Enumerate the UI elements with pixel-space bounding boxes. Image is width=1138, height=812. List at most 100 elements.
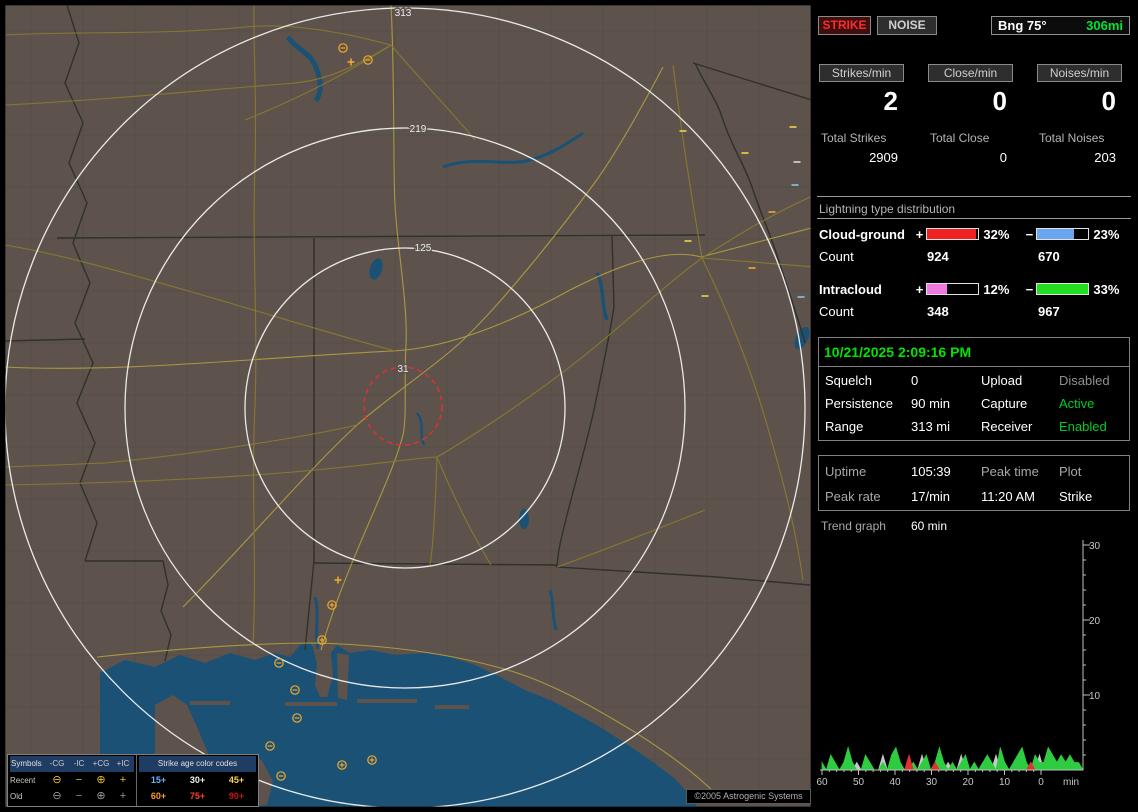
trend-series-strikes bbox=[822, 748, 1083, 771]
x-axis-unit: min bbox=[1063, 777, 1079, 788]
persistence-value: 90 min bbox=[911, 392, 981, 415]
cloud-ground-label: Cloud-ground bbox=[819, 227, 913, 242]
status-panel: 10/21/2025 2:09:16 PM Squelch 0 Upload D… bbox=[818, 337, 1130, 441]
age-90: 90+ bbox=[217, 791, 256, 801]
cg-neg-count: 670 bbox=[1038, 249, 1060, 264]
receiver-label: Receiver bbox=[981, 415, 1059, 438]
distribution-title: Lightning type distribution bbox=[819, 202, 955, 216]
plus-sign: + bbox=[913, 227, 926, 242]
copyright-notice: ©2005 Astrogenic Systems bbox=[686, 789, 811, 804]
total-strikes-label: Total Strikes bbox=[819, 131, 904, 145]
ic-neg-pct: 33% bbox=[1089, 282, 1133, 297]
datetime-display: 10/21/2025 2:09:16 PM bbox=[819, 338, 1129, 367]
recent-ic-neg-icon: − bbox=[68, 774, 90, 786]
capture-label: Capture bbox=[981, 392, 1059, 415]
divider bbox=[817, 218, 1131, 219]
x-tick-50: 50 bbox=[853, 777, 865, 788]
trend-caption: Trend graph 60 min bbox=[821, 519, 1121, 533]
x-tick-60: 60 bbox=[816, 777, 828, 788]
total-close-label: Total Close bbox=[928, 131, 1013, 145]
divider bbox=[817, 196, 1131, 197]
radar-map[interactable]: 313 219 125 31 bbox=[5, 5, 811, 807]
close-per-min-value: 0 bbox=[928, 86, 1013, 117]
range-value: 313 mi bbox=[911, 415, 981, 438]
age-15: 15+ bbox=[139, 775, 178, 785]
old-cg-pos-icon: ⊕ bbox=[90, 790, 112, 802]
total-noises-value: 203 bbox=[1037, 150, 1122, 165]
bearing-range: 306mi bbox=[1086, 18, 1123, 33]
receiver-status: Enabled bbox=[1059, 415, 1129, 438]
ring-label-31: 31 bbox=[397, 364, 409, 375]
age-30: 30+ bbox=[178, 775, 217, 785]
strikes-per-min-value: 2 bbox=[819, 86, 904, 117]
strikes-per-min-button[interactable]: Strikes/min bbox=[819, 64, 904, 82]
legend-col-ic-pos: +IC bbox=[112, 756, 134, 772]
legend-old-label: Old bbox=[10, 792, 46, 801]
minus-sign: − bbox=[1023, 227, 1036, 242]
legend-symbols-title: Symbols bbox=[10, 756, 46, 772]
count-label: Count bbox=[819, 249, 854, 264]
total-close-value: 0 bbox=[928, 150, 1013, 165]
baldwin-strip bbox=[337, 653, 349, 700]
plus-sign: + bbox=[913, 282, 926, 297]
old-ic-pos-icon: + bbox=[112, 790, 134, 802]
ring-label-219: 219 bbox=[410, 124, 427, 135]
upload-status: Disabled bbox=[1059, 369, 1129, 392]
close-per-min-button[interactable]: Close/min bbox=[928, 64, 1013, 82]
upload-label: Upload bbox=[981, 369, 1059, 392]
peak-rate-value: 17/min bbox=[911, 485, 981, 508]
strike-mode-button[interactable]: STRIKE bbox=[818, 16, 871, 35]
persistence-label: Persistence bbox=[825, 392, 911, 415]
trend-plot-area bbox=[822, 748, 1083, 771]
old-cg-neg-icon: ⊖ bbox=[46, 790, 68, 802]
recent-cg-neg-icon: ⊖ bbox=[46, 774, 68, 786]
old-ic-neg-icon: − bbox=[68, 790, 90, 802]
capture-status: Active bbox=[1059, 392, 1129, 415]
x-tick-0: 0 bbox=[1038, 777, 1044, 788]
total-noises-label: Total Noises bbox=[1037, 131, 1122, 145]
uptime-label: Uptime bbox=[825, 460, 911, 483]
barrier-island bbox=[285, 702, 337, 706]
legend-recent-label: Recent bbox=[10, 776, 46, 785]
intracloud-label: Intracloud bbox=[819, 282, 913, 297]
squelch-value: 0 bbox=[911, 369, 981, 392]
session-panel: Uptime 105:39 Peak time Plot Peak rate 1… bbox=[818, 455, 1130, 511]
trend-window-value: 60 min bbox=[911, 519, 947, 533]
map-area[interactable]: 313 219 125 31 Symbols -CG -IC +CG +IC R… bbox=[5, 5, 811, 807]
bearing-label: Bng 75° bbox=[998, 18, 1047, 33]
minus-sign: − bbox=[1023, 282, 1036, 297]
cg-pos-count: 924 bbox=[927, 249, 949, 264]
cloud-ground-row: Cloud-ground + 32% − 23% bbox=[819, 226, 1133, 242]
ic-neg-bar bbox=[1036, 283, 1089, 295]
barrier-island bbox=[357, 699, 417, 703]
x-tick-40: 40 bbox=[889, 777, 901, 788]
range-label: Range bbox=[825, 415, 911, 438]
ring-label-125: 125 bbox=[415, 243, 432, 254]
total-strikes-value: 2909 bbox=[819, 150, 904, 165]
trend-graph: 30 20 10 60 50 40 30 20 10 0 min bbox=[815, 535, 1133, 805]
bearing-panel: Bng 75° 306mi bbox=[991, 16, 1130, 35]
count-label: Count bbox=[819, 304, 854, 319]
barrier-island bbox=[435, 705, 469, 709]
barrier-island bbox=[190, 701, 230, 705]
cg-pos-bar bbox=[926, 228, 979, 240]
trend-labels: 30 20 10 60 50 40 30 20 10 0 min bbox=[816, 541, 1100, 788]
cg-neg-pct: 23% bbox=[1089, 227, 1133, 242]
age-60: 60+ bbox=[139, 791, 178, 801]
noise-mode-button[interactable]: NOISE bbox=[877, 16, 937, 35]
intracloud-row: Intracloud + 12% − 33% bbox=[819, 281, 1133, 297]
ring-label-313: 313 bbox=[395, 8, 412, 19]
peak-rate-label: Peak rate bbox=[825, 485, 911, 508]
age-45: 45+ bbox=[217, 775, 256, 785]
trend-graph-label: Trend graph bbox=[821, 519, 886, 533]
x-tick-30: 30 bbox=[926, 777, 938, 788]
peak-time-value: 11:20 AM bbox=[981, 485, 1059, 508]
noises-per-min-button[interactable]: Noises/min bbox=[1037, 64, 1122, 82]
cg-pos-pct: 32% bbox=[979, 227, 1023, 242]
x-tick-10: 10 bbox=[999, 777, 1011, 788]
age-legend-title: Strike age color codes bbox=[139, 756, 256, 772]
y-tick-30: 30 bbox=[1089, 541, 1101, 552]
recent-ic-pos-icon: + bbox=[112, 774, 134, 786]
map-legend: Symbols -CG -IC +CG +IC Recent ⊖ − ⊕ + O… bbox=[7, 754, 259, 807]
y-tick-10: 10 bbox=[1089, 691, 1101, 702]
